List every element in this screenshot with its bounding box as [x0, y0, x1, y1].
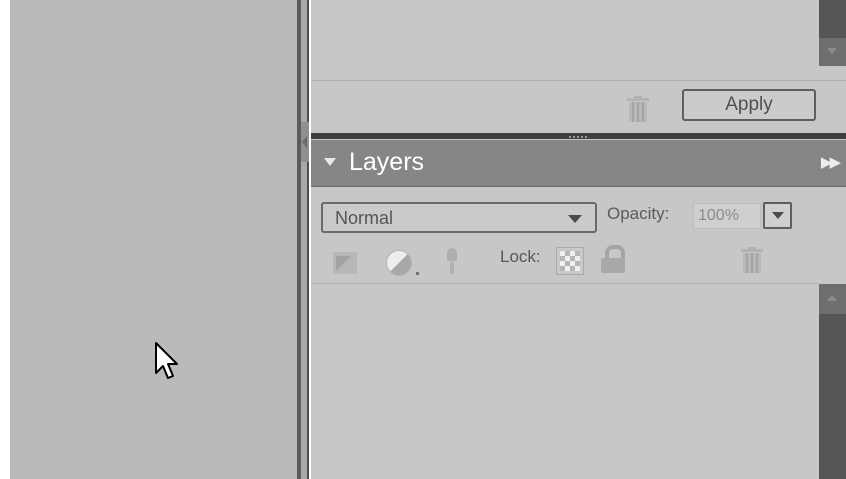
trash-icon[interactable] — [741, 247, 763, 273]
adjustment-layer-icon[interactable] — [386, 250, 412, 276]
layers-panel-header[interactable]: Layers ▶▶ — [311, 140, 846, 187]
panel-resize-grip[interactable] — [569, 136, 589, 138]
top-panel-scroll-down-button[interactable] — [819, 38, 846, 66]
delete-icon[interactable] — [627, 96, 649, 122]
layers-panel-title: Layers — [349, 148, 425, 176]
opacity-dropdown-button[interactable] — [763, 202, 792, 229]
lock-transparent-icon[interactable] — [556, 247, 584, 275]
lock-label: Lock: — [500, 247, 541, 266]
blend-mode-value: Normal — [335, 208, 394, 228]
opacity-input[interactable]: 100% — [693, 203, 761, 229]
new-layer-icon[interactable] — [333, 252, 357, 274]
mouse-cursor-icon — [154, 341, 180, 392]
link-layers-icon[interactable] — [447, 248, 457, 276]
layers-scroll-up-button[interactable] — [819, 284, 846, 314]
opacity-label: Opacity: — [607, 204, 670, 223]
blend-mode-select[interactable]: Normal — [321, 202, 597, 233]
lock-all-icon[interactable] — [599, 245, 627, 275]
panel-menu-icon[interactable]: ▶▶ — [821, 153, 841, 171]
top-panel-separator — [311, 80, 846, 81]
panel-bin-edge[interactable] — [301, 0, 309, 479]
palette-bin: Apply Layers ▶▶ Normal Opacity: 100% Loc… — [311, 0, 846, 479]
editor-canvas-area[interactable] — [10, 0, 297, 479]
apply-button[interactable]: Apply — [682, 89, 816, 121]
dropdown-arrow-icon — [568, 215, 582, 223]
adjustment-menu-indicator — [416, 272, 419, 275]
layers-toolbar-separator — [311, 283, 819, 284]
collapse-triangle-icon[interactable] — [324, 158, 336, 166]
collapse-panel-handle[interactable] — [301, 122, 309, 162]
